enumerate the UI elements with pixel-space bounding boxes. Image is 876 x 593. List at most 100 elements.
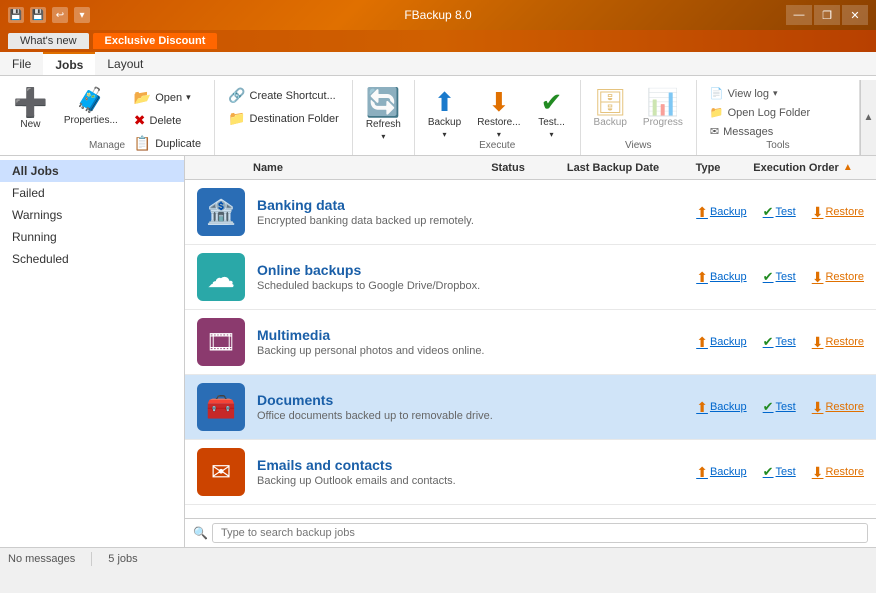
col-header-exec: Execution Order ▲	[738, 162, 868, 174]
quick-access-more[interactable]: ▾	[74, 7, 90, 23]
online-actions: ⬆ Backup ✔ Test ⬇ Restore	[696, 269, 864, 286]
multimedia-desc: Backing up personal photos and videos on…	[257, 345, 696, 357]
emails-desc: Backing up Outlook emails and contacts.	[257, 475, 696, 487]
execute-group-label: Execute	[479, 140, 515, 151]
properties-button[interactable]: 🧳 Properties...	[57, 84, 125, 131]
emails-test-check: ✔	[763, 464, 774, 480]
delete-label: Delete	[150, 115, 182, 127]
online-backup-label: Backup	[710, 271, 747, 283]
emails-actions: ⬆ Backup ✔ Test ⬇ Restore	[696, 464, 864, 481]
backup-item-emails[interactable]: ✉ Emails and contacts Backing up Outlook…	[185, 440, 876, 505]
multimedia-test-link[interactable]: ✔ Test	[763, 334, 796, 350]
progress-view-button[interactable]: 📊 Progress	[636, 84, 690, 133]
whatsnew-tab[interactable]: What's new	[8, 33, 89, 49]
duplicate-button[interactable]: 📋 Duplicate	[127, 132, 208, 155]
open-icon: 📂	[134, 89, 151, 106]
backup-item-multimedia[interactable]: 🎞 Multimedia Backing up personal photos …	[185, 310, 876, 375]
online-test-link[interactable]: ✔ Test	[763, 269, 796, 285]
col-header-status: Status	[468, 162, 548, 174]
restore-exec-button[interactable]: ⬇ Restore... ▾	[470, 84, 527, 144]
backup-exec-button[interactable]: ⬆ Backup ▾	[421, 84, 468, 144]
refresh-button[interactable]: 🔄 Refresh ▾	[359, 84, 408, 146]
banking-actions: ⬆ Backup ✔ Test ⬇ Restore	[696, 204, 864, 221]
banking-restore-arrow: ⬇	[812, 204, 824, 221]
documents-info: Documents Office documents backed up to …	[257, 392, 696, 422]
emails-info: Emails and contacts Backing up Outlook e…	[257, 457, 696, 487]
minimize-button[interactable]: —	[786, 5, 812, 25]
restore-dropdown-icon: ▾	[497, 130, 501, 139]
sidebar-item-warnings[interactable]: Warnings	[0, 204, 184, 226]
close-button[interactable]: ✕	[842, 5, 868, 25]
delete-button[interactable]: ✖ Delete	[127, 109, 208, 132]
sidebar-item-running[interactable]: Running	[0, 226, 184, 248]
sidebar-item-scheduled[interactable]: Scheduled	[0, 248, 184, 270]
emails-restore-link[interactable]: ⬇ Restore	[812, 464, 864, 481]
shortcut-icon: 🔗	[228, 87, 245, 104]
messages-button[interactable]: ✉ Messages	[703, 122, 817, 141]
banking-desc: Encrypted banking data backed up remotel…	[257, 215, 696, 227]
sort-icon: ▲	[843, 162, 853, 173]
banking-backup-link[interactable]: ⬆ Backup	[696, 204, 746, 221]
properties-icon: 🧳	[76, 89, 106, 113]
emails-backup-label: Backup	[710, 466, 747, 478]
search-input[interactable]	[212, 523, 868, 543]
banking-restore-link[interactable]: ⬇ Restore	[812, 204, 864, 221]
quick-access-undo[interactable]: ↩	[52, 7, 68, 23]
menu-jobs[interactable]: Jobs	[43, 52, 95, 75]
create-shortcut-button[interactable]: 🔗 Create Shortcut...	[221, 84, 346, 107]
backup-view-label: Backup	[594, 117, 627, 128]
duplicate-label: Duplicate	[155, 138, 201, 150]
search-bar: 🔍	[185, 518, 876, 547]
banking-info: Banking data Encrypted banking data back…	[257, 197, 696, 227]
delete-icon: ✖	[134, 112, 146, 129]
ribbon-group-refresh: 🔄 Refresh ▾	[353, 80, 415, 155]
online-restore-link[interactable]: ⬇ Restore	[812, 269, 864, 286]
backup-exec-label: Backup	[428, 117, 461, 128]
multimedia-test-label: Test	[776, 336, 796, 348]
emails-backup-link[interactable]: ⬆ Backup	[696, 464, 746, 481]
backup-item-online[interactable]: ☁ Online backups Scheduled backups to Go…	[185, 245, 876, 310]
exclusive-discount-tab[interactable]: Exclusive Discount	[93, 33, 218, 49]
open-log-folder-label: Open Log Folder	[728, 107, 811, 119]
duplicate-icon: 📋	[134, 135, 151, 152]
quick-access-save[interactable]: 💾	[30, 7, 46, 23]
manage-group-label: Manage	[89, 140, 125, 151]
col-header-type: Type	[678, 162, 738, 174]
view-log-button[interactable]: 📄 View log ▾	[703, 84, 817, 103]
multimedia-backup-link[interactable]: ⬆ Backup	[696, 334, 746, 351]
backup-item-banking[interactable]: 🏦 Banking data Encrypted banking data ba…	[185, 180, 876, 245]
documents-backup-link[interactable]: ⬆ Backup	[696, 399, 746, 416]
documents-desc: Office documents backed up to removable …	[257, 410, 696, 422]
ribbon-collapse-button[interactable]: ▲	[860, 80, 876, 155]
open-button[interactable]: 📂 Open ▾	[127, 86, 208, 109]
documents-test-link[interactable]: ✔ Test	[763, 399, 796, 415]
backup-list: 🏦 Banking data Encrypted banking data ba…	[185, 180, 876, 518]
backup-item-documents[interactable]: 🧰 Documents Office documents backed up t…	[185, 375, 876, 440]
multimedia-restore-link[interactable]: ⬇ Restore	[812, 334, 864, 351]
multimedia-backup-label: Backup	[710, 336, 747, 348]
banking-test-link[interactable]: ✔ Test	[763, 204, 796, 220]
view-log-dropdown: ▾	[773, 88, 778, 99]
multimedia-test-check: ✔	[763, 334, 774, 350]
online-info: Online backups Scheduled backups to Goog…	[257, 262, 696, 292]
open-log-folder-button[interactable]: 📁 Open Log Folder	[703, 103, 817, 122]
messages-icon: ✉	[710, 125, 719, 138]
online-backup-link[interactable]: ⬆ Backup	[696, 269, 746, 286]
menu-file[interactable]: File	[0, 52, 43, 75]
shortcuts-buttons: 🔗 Create Shortcut... 📁 Destination Folde…	[221, 80, 346, 148]
documents-restore-arrow: ⬇	[812, 399, 824, 416]
destination-label: Destination Folder	[250, 113, 339, 125]
destination-folder-button[interactable]: 📁 Destination Folder	[221, 107, 346, 130]
backup-view-button[interactable]: 🗄 Backup	[587, 84, 634, 133]
emails-test-link[interactable]: ✔ Test	[763, 464, 796, 480]
properties-label: Properties...	[64, 115, 118, 126]
test-exec-button[interactable]: ✔ Test... ▾	[530, 84, 574, 144]
menu-layout[interactable]: Layout	[95, 52, 155, 75]
new-icon: ➕	[13, 89, 48, 117]
documents-restore-link[interactable]: ⬇ Restore	[812, 399, 864, 416]
multimedia-backup-arrow: ⬆	[696, 334, 708, 351]
documents-title: Documents	[257, 392, 696, 408]
maximize-button[interactable]: ❐	[814, 5, 840, 25]
col-header-date: Last Backup Date	[548, 162, 678, 174]
new-button[interactable]: ➕ New	[6, 84, 55, 135]
